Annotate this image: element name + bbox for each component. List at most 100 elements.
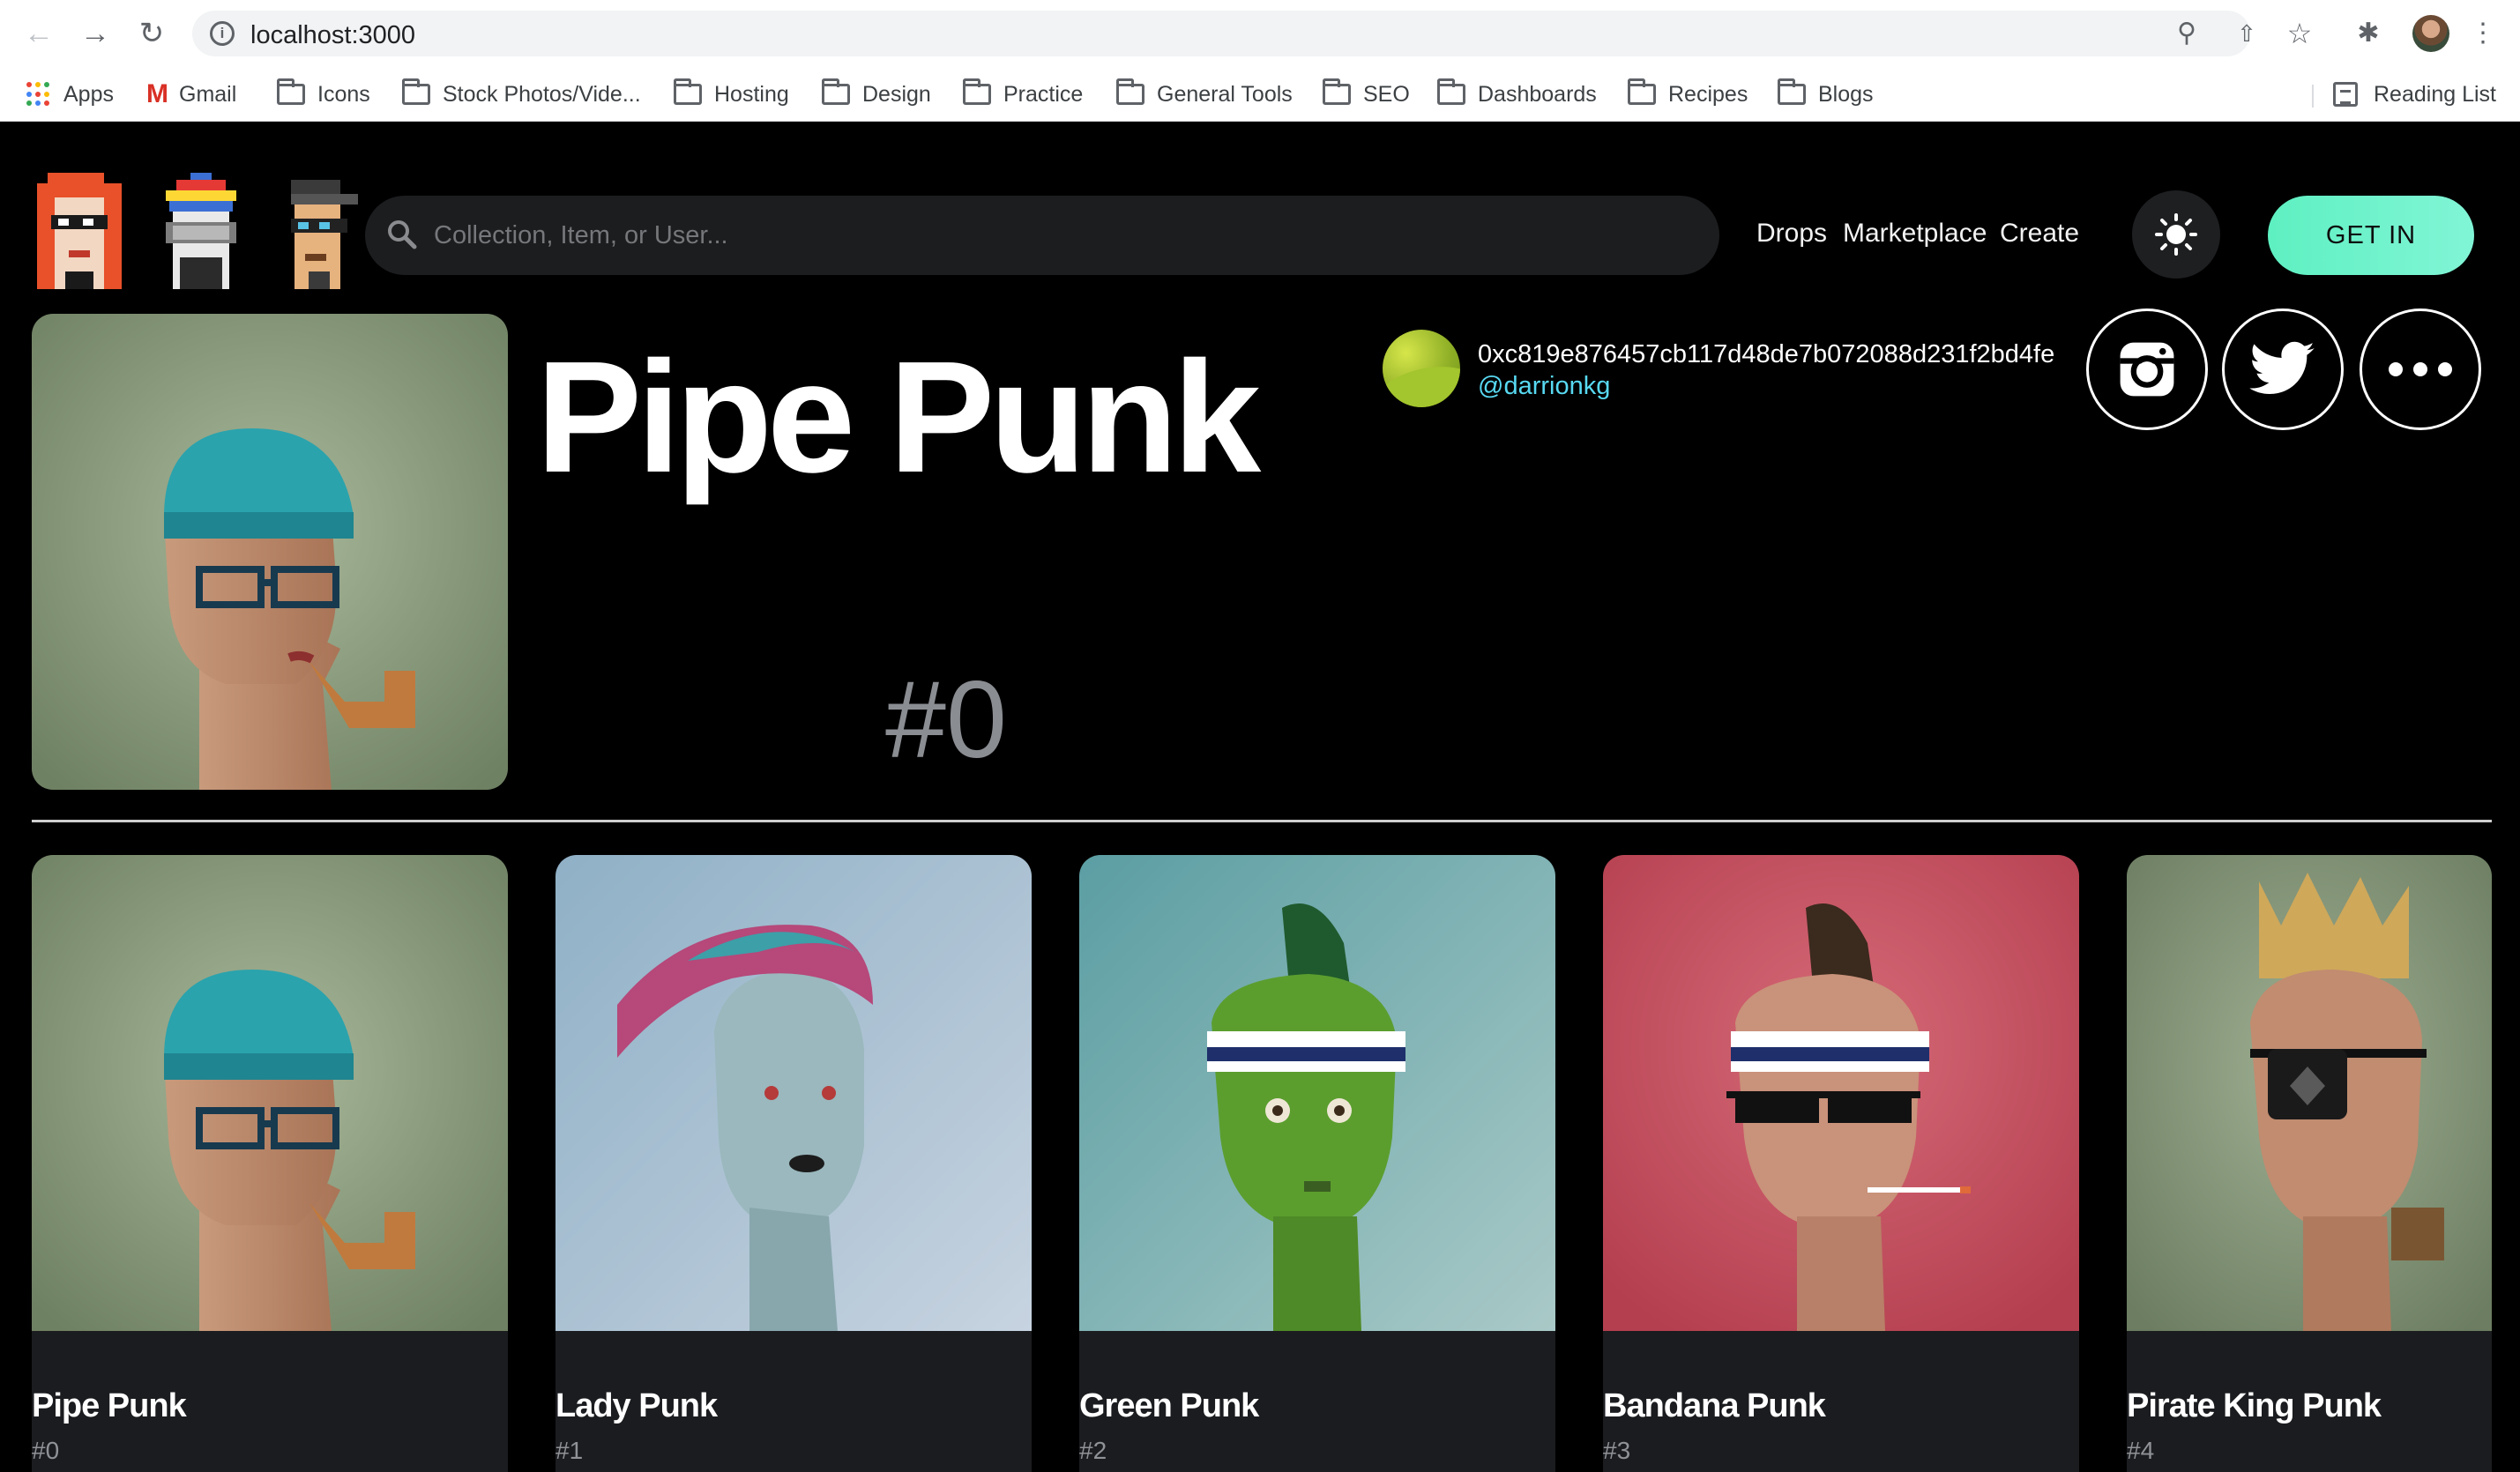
bandana-punk-thumbnail <box>1603 855 2079 1331</box>
nft-card-image <box>2127 855 2492 1331</box>
nft-card-number: #3 <box>1603 1437 1631 1464</box>
search-bar[interactable] <box>365 196 1719 275</box>
info-icon[interactable]: i <box>210 21 235 46</box>
folder-icon <box>1778 78 1806 105</box>
twitter-icon <box>2249 341 2315 394</box>
nft-card-number: #4 <box>2127 1437 2155 1464</box>
nav-create[interactable]: Create <box>2000 219 2079 249</box>
profile-avatar[interactable] <box>2412 15 2449 52</box>
folder-icon <box>1323 78 1351 105</box>
cap-punk-logo-icon[interactable] <box>273 173 365 296</box>
bookmark-label: Practice <box>1003 81 1084 107</box>
owner-avatar[interactable] <box>1383 330 1460 407</box>
bookmark-label: Blogs <box>1818 81 1874 107</box>
bookmark-label: Hosting <box>714 81 789 107</box>
gmail-icon: M <box>146 79 168 108</box>
green-punk-thumbnail <box>1079 855 1555 1331</box>
bookmark-label: SEO <box>1363 81 1410 107</box>
bookmark-label: Design <box>862 81 931 107</box>
search-input[interactable] <box>434 215 1668 256</box>
bookmark-label: Stock Photos/Vide... <box>443 81 641 107</box>
folder-icon <box>1116 78 1144 105</box>
bookmark-label: Dashboards <box>1478 81 1597 107</box>
bookmark-label: General Tools <box>1157 81 1293 107</box>
nft-card[interactable]: Green Punk #2 <box>1079 855 1555 1472</box>
red-hair-punk-logo-icon[interactable] <box>34 173 125 296</box>
forward-arrow-icon[interactable]: → <box>78 16 113 51</box>
extensions-puzzle-icon[interactable]: ✱ <box>2351 16 2386 51</box>
folder-icon <box>1437 78 1465 105</box>
bookmark-gmail[interactable]: M Gmail <box>146 78 236 111</box>
address-url[interactable]: localhost:3000 <box>250 21 415 50</box>
folder-icon <box>674 78 702 105</box>
nft-card-number: #2 <box>1079 1437 1107 1464</box>
reading-list-button[interactable]: Reading List <box>2333 78 2496 111</box>
lady-punk-thumbnail <box>555 855 1032 1331</box>
nav-drops[interactable]: Drops <box>1756 219 1827 249</box>
bookmark-apps[interactable]: Apps <box>26 78 114 111</box>
twitter-button[interactable] <box>2222 309 2344 430</box>
nft-card-name: Pipe Punk <box>32 1387 187 1424</box>
instagram-button[interactable] <box>2086 309 2208 430</box>
reading-list-icon <box>2333 82 2358 107</box>
reading-list-label: Reading List <box>2374 81 2496 107</box>
pipe-punk-artwork <box>32 314 508 790</box>
bookmark-recipes[interactable]: Recipes <box>1628 78 1748 111</box>
hero-nft-image <box>32 314 508 790</box>
folder-icon <box>402 78 430 105</box>
apps-icon <box>26 82 51 107</box>
folder-icon <box>1628 78 1656 105</box>
bookmarks-bar: Apps M Gmail Icons Stock Photos/Vide... … <box>0 67 2520 122</box>
nav-marketplace[interactable]: Marketplace <box>1843 219 1987 249</box>
nft-card-name: Pirate King Punk <box>2127 1387 2382 1424</box>
bookmark-icons[interactable]: Icons <box>277 78 370 111</box>
bookmark-hosting[interactable]: Hosting <box>674 78 789 111</box>
get-in-button[interactable]: GET IN <box>2268 196 2474 275</box>
bookmark-blogs[interactable]: Blogs <box>1778 78 1874 111</box>
folder-icon <box>963 78 991 105</box>
sun-icon <box>2155 213 2197 256</box>
owner-wallet-address[interactable]: 0xc819e876457cb117d48de7b072088d231f2bd4… <box>1478 340 2054 369</box>
nft-card-image <box>555 855 1032 1331</box>
nft-card-name: Green Punk <box>1079 1387 1259 1424</box>
pipe-punk-thumbnail <box>32 855 508 1331</box>
instagram-icon <box>2120 342 2174 397</box>
bookmark-label: Recipes <box>1668 81 1748 107</box>
nft-card[interactable]: Lady Punk #1 <box>555 855 1032 1472</box>
address-bar[interactable]: i localhost:3000 ⚲ ⇧ <box>192 11 2256 56</box>
zoom-icon[interactable]: ⚲ <box>2171 18 2203 49</box>
nft-title: Pipe Punk <box>536 329 1261 506</box>
nft-card-number: #0 <box>32 1437 60 1464</box>
bookmark-label: Gmail <box>179 81 237 107</box>
bookmark-stock-photos[interactable]: Stock Photos/Vide... <box>402 78 641 111</box>
browser-toolbar: ← → ↻ i localhost:3000 ⚲ ⇧ ☆ ✱ ⋮ <box>0 0 2520 67</box>
bookmarks-divider <box>2312 85 2314 108</box>
pirate-king-punk-thumbnail <box>2127 855 2492 1331</box>
theme-toggle-button[interactable] <box>2132 190 2220 279</box>
search-icon <box>388 220 417 249</box>
nft-card-image <box>1603 855 2079 1331</box>
nft-card-name: Bandana Punk <box>1603 1387 1826 1424</box>
bookmark-seo[interactable]: SEO <box>1323 78 1410 111</box>
nft-token-number: #0 <box>885 659 1007 781</box>
nft-card[interactable]: Pirate King Punk #4 <box>2127 855 2492 1472</box>
nft-card-image <box>1079 855 1555 1331</box>
bookmark-label: Icons <box>317 81 370 107</box>
folder-icon <box>277 78 305 105</box>
propeller-punk-logo-icon[interactable] <box>155 173 247 296</box>
bookmark-practice[interactable]: Practice <box>963 78 1083 111</box>
bookmark-design[interactable]: Design <box>822 78 931 111</box>
nft-card-name: Lady Punk <box>555 1387 718 1424</box>
owner-handle-link[interactable]: @darrionkg <box>1478 372 1610 401</box>
nft-card[interactable]: Bandana Punk #3 <box>1603 855 2079 1472</box>
share-icon[interactable]: ⇧ <box>2231 18 2263 49</box>
more-options-button[interactable] <box>2360 309 2481 430</box>
reload-icon[interactable]: ↻ <box>134 16 169 51</box>
back-arrow-icon[interactable]: ← <box>21 16 56 51</box>
nft-card[interactable]: Pipe Punk #0 <box>32 855 508 1472</box>
menu-kebab-icon[interactable]: ⋮ <box>2465 16 2501 51</box>
bookmark-general-tools[interactable]: General Tools <box>1116 78 1293 111</box>
nft-card-number: #1 <box>555 1437 584 1464</box>
bookmark-dashboards[interactable]: Dashboards <box>1437 78 1597 111</box>
bookmark-star-icon[interactable]: ☆ <box>2282 16 2317 51</box>
